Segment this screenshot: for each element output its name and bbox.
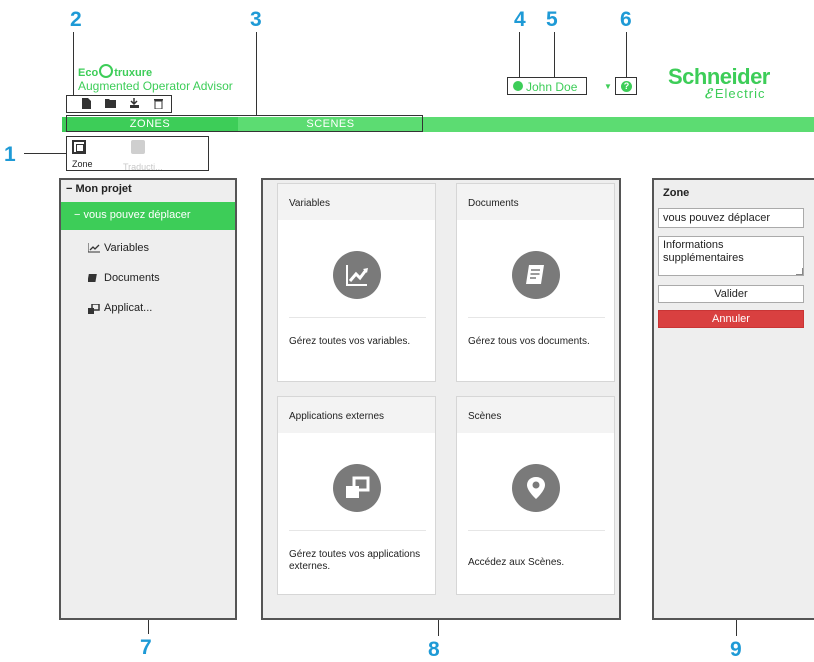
book-icon bbox=[87, 273, 100, 283]
cancel-button[interactable]: Annuler bbox=[658, 310, 804, 328]
card-documents[interactable]: Documents Gérez tous vos documents. bbox=[456, 183, 615, 382]
card-description: Gérez toutes vos variables. bbox=[289, 336, 411, 347]
ecostruxure-logo: Eco truxure bbox=[78, 64, 152, 79]
callout-line-1 bbox=[24, 153, 66, 154]
user-dropdown-icon[interactable]: ▼ bbox=[604, 82, 612, 91]
callout-line-3 bbox=[256, 32, 257, 116]
schneider-logo-sub: ℰ Electric bbox=[704, 86, 766, 102]
translation-button-label: Traducti... bbox=[123, 162, 163, 172]
callout-9: 9 bbox=[730, 638, 742, 661]
logo-suffix: truxure bbox=[114, 67, 153, 79]
zone-button-label[interactable]: Zone bbox=[72, 159, 93, 169]
card-description: Gérez toutes vos applications externes. bbox=[289, 549, 421, 572]
card-description: Accédez aux Scènes. bbox=[468, 557, 565, 568]
callout-6: 6 bbox=[620, 8, 632, 31]
callout-2: 2 bbox=[70, 8, 82, 31]
callout-3: 3 bbox=[250, 8, 262, 31]
schneider-mark-icon: ℰ bbox=[704, 86, 713, 101]
card-title: Documents bbox=[468, 198, 519, 209]
callout-line-9 bbox=[736, 620, 737, 636]
tree-root[interactable]: − Mon projet bbox=[66, 183, 132, 195]
tree-item-variables[interactable]: Variables bbox=[104, 242, 149, 254]
callout-8: 8 bbox=[428, 638, 440, 661]
logo-ring-icon bbox=[99, 64, 114, 78]
chart-icon bbox=[87, 243, 100, 253]
callout-line-2 bbox=[73, 32, 74, 96]
callout-line-8 bbox=[438, 620, 439, 636]
card-title: Variables bbox=[289, 198, 330, 209]
callout-5: 5 bbox=[546, 8, 558, 31]
tree-selected-label[interactable]: − vous pouvez déplacer bbox=[74, 209, 191, 221]
logo-prefix: Eco bbox=[78, 67, 99, 79]
globe-icon[interactable] bbox=[513, 81, 523, 91]
windows-icon bbox=[333, 464, 381, 512]
translation-icon bbox=[131, 140, 145, 154]
card-divider bbox=[468, 530, 605, 531]
properties-title: Zone bbox=[663, 187, 690, 199]
new-file-icon[interactable] bbox=[81, 98, 92, 109]
card-title: Scènes bbox=[468, 411, 502, 422]
location-pin-icon bbox=[512, 464, 560, 512]
callout-line-5 bbox=[554, 32, 555, 78]
callout-1: 1 bbox=[4, 143, 16, 166]
callout-line-4 bbox=[519, 32, 520, 78]
logo-electric: Electric bbox=[714, 86, 766, 101]
zone-name-input[interactable] bbox=[658, 208, 804, 228]
card-divider bbox=[468, 317, 605, 318]
tree-item-documents[interactable]: Documents bbox=[104, 272, 160, 284]
callout-line-7 bbox=[148, 620, 149, 634]
callout-7: 7 bbox=[140, 636, 152, 659]
card-description: Gérez tous vos documents. bbox=[468, 336, 590, 347]
tabs-highlight bbox=[66, 115, 423, 132]
windows-icon bbox=[88, 303, 100, 314]
card-title: Applications externes bbox=[289, 411, 385, 422]
export-icon[interactable] bbox=[129, 98, 140, 109]
zone-info-textarea[interactable]: Informations supplémentaires bbox=[658, 236, 804, 276]
tree-root-label: Mon projet bbox=[75, 183, 132, 195]
zone-icon[interactable] bbox=[72, 140, 86, 154]
resize-handle-icon[interactable] bbox=[796, 268, 803, 275]
file-toolbar bbox=[66, 95, 172, 113]
card-applications[interactable]: Applications externes Gérez toutes vos a… bbox=[277, 396, 436, 595]
trash-icon[interactable] bbox=[153, 98, 164, 110]
open-folder-icon[interactable] bbox=[105, 98, 116, 109]
book-icon bbox=[512, 251, 560, 299]
app-title: Augmented Operator Advisor bbox=[78, 79, 233, 93]
help-icon[interactable]: ? bbox=[621, 81, 632, 92]
tree-item-applications[interactable]: Applicat... bbox=[104, 302, 152, 314]
tree-selected-text: vous pouvez déplacer bbox=[83, 209, 191, 221]
card-divider bbox=[289, 317, 426, 318]
card-scenes[interactable]: Scènes Accédez aux Scènes. bbox=[456, 396, 615, 595]
chart-icon bbox=[333, 251, 381, 299]
validate-button[interactable]: Valider bbox=[658, 285, 804, 303]
card-variables[interactable]: Variables Gérez toutes vos variables. bbox=[277, 183, 436, 382]
user-name[interactable]: John Doe bbox=[526, 80, 577, 94]
callout-4: 4 bbox=[514, 8, 526, 31]
card-divider bbox=[289, 530, 426, 531]
callout-line-6 bbox=[626, 32, 627, 78]
